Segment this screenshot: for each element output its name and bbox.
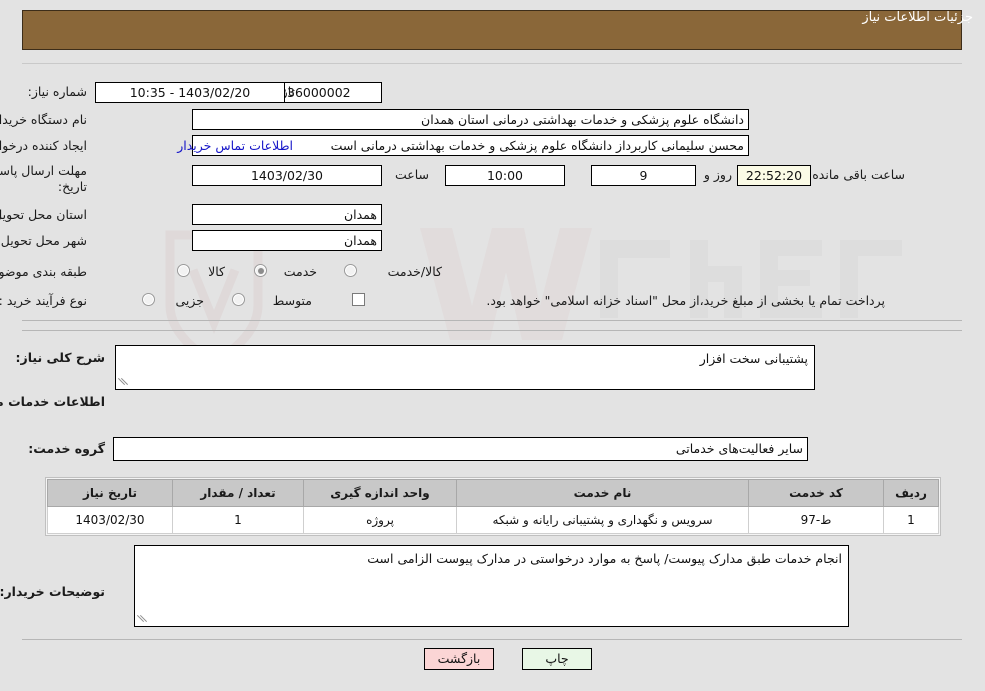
radio-category-kala[interactable]: [177, 264, 190, 277]
request-creator-label: ایجاد کننده درخواست:: [0, 138, 87, 153]
cell-need-date: 1403/02/30: [47, 506, 173, 534]
cell-unit: پروژه: [303, 506, 457, 534]
page-title: جزئیات اطلاعات نیاز: [862, 10, 973, 25]
radio-process-jozei-label: جزیی: [175, 293, 204, 308]
general-desc-label: شرح کلی نیاز:: [15, 350, 105, 365]
cell-row: 1: [883, 506, 939, 534]
deadline-time-label: ساعت: [394, 167, 429, 182]
treasury-bond-text: پرداخت تمام یا بخشی از مبلغ خرید،از محل …: [486, 293, 885, 308]
buyer-notes-label: توضیحات خریدار:: [0, 584, 105, 599]
delivery-city-field[interactable]: همدان: [192, 230, 382, 251]
cell-name: سرویس و نگهداری و پشتیبانی رایانه و شبکه: [456, 506, 749, 534]
buyer-contact-link[interactable]: اطلاعات تماس خریدار: [177, 137, 293, 155]
delivery-province-label: استان محل تحویل:: [0, 207, 87, 222]
buyer-notes-value: انجام خدمات طبق مدارک پیوست/ پاسخ به موا…: [367, 551, 842, 566]
announce-datetime-field[interactable]: 1403/02/20 - 10:35: [95, 82, 285, 103]
cell-qty: 1: [172, 506, 304, 534]
services-table: ردیف کد خدمت نام خدمت واحد اندازه گیری ت…: [47, 479, 939, 534]
radio-category-kala-khedmat[interactable]: [344, 264, 357, 277]
resize-grip-icon[interactable]: [118, 376, 130, 388]
deadline-label-line1: مهلت ارسال پاسخ: تا: [0, 163, 87, 178]
treasury-bond-checkbox[interactable]: [352, 293, 365, 306]
deadline-label-line2: تاریخ:: [57, 179, 87, 194]
radio-category-khedmat-label: خدمت: [283, 264, 317, 279]
page-header: [22, 10, 962, 50]
service-group-field[interactable]: سایر فعالیت‌های خدماتی: [113, 437, 808, 461]
col-need-date: تاریخ نیاز: [47, 479, 173, 507]
delivery-province-field[interactable]: همدان: [192, 204, 382, 225]
deadline-date-field[interactable]: 1403/02/30: [192, 165, 382, 186]
cell-code: ط-97: [748, 506, 884, 534]
deadline-label: مهلت ارسال پاسخ: تا تاریخ:: [0, 163, 87, 195]
radio-category-kala-label: کالا: [208, 264, 225, 279]
col-row: ردیف: [883, 479, 939, 507]
radio-category-khedmat[interactable]: [254, 264, 267, 277]
col-name: نام خدمت: [456, 479, 749, 507]
deadline-remaining-label: ساعت باقی مانده: [812, 167, 905, 182]
subject-category-label: طبقه بندی موضوعی:: [0, 264, 87, 279]
table-row[interactable]: 1 ط-97 سرویس و نگهداری و پشتیبانی رایانه…: [47, 506, 939, 534]
back-button[interactable]: بازگشت: [424, 648, 494, 670]
radio-process-jozei[interactable]: [142, 293, 155, 306]
services-heading: اطلاعات خدمات مورد نیاز: [0, 394, 105, 409]
deadline-days-label: روز و: [703, 167, 732, 182]
radio-process-motevaset[interactable]: [232, 293, 245, 306]
buyer-org-field[interactable]: دانشگاه علوم پزشکی و خدمات بهداشتی درمان…: [192, 109, 749, 130]
purchase-process-label: نوع فرآیند خرید :: [0, 293, 87, 308]
delivery-city-label: شهر محل تحویل:: [0, 233, 87, 248]
col-unit: واحد اندازه گیری: [303, 479, 457, 507]
need-number-label: شماره نیاز:: [27, 84, 87, 99]
table-header-row: ردیف کد خدمت نام خدمت واحد اندازه گیری ت…: [47, 479, 939, 507]
col-code: کد خدمت: [748, 479, 884, 507]
buyer-notes-textarea[interactable]: انجام خدمات طبق مدارک پیوست/ پاسخ به موا…: [134, 545, 849, 627]
deadline-time-field[interactable]: 10:00: [445, 165, 565, 186]
col-qty: تعداد / مقدار: [172, 479, 304, 507]
general-desc-textarea[interactable]: پشتیبانی سخت افزار: [115, 345, 815, 390]
service-group-label: گروه خدمت:: [28, 441, 105, 456]
need-details-page: جزئیات اطلاعات نیاز شماره نیاز: 11030002…: [0, 0, 985, 691]
deadline-countdown-field: 22:52:20: [737, 165, 811, 186]
general-desc-value: پشتیبانی سخت افزار: [699, 351, 808, 366]
deadline-days-field[interactable]: 9: [591, 165, 696, 186]
services-table-wrapper: ردیف کد خدمت نام خدمت واحد اندازه گیری ت…: [45, 477, 941, 536]
resize-grip-icon-notes[interactable]: [137, 613, 149, 625]
print-button[interactable]: چاپ: [522, 648, 592, 670]
radio-category-kala-khedmat-label: کالا/خدمت: [387, 264, 442, 279]
radio-process-motevaset-label: متوسط: [272, 293, 312, 308]
buyer-org-label: نام دستگاه خریدار:: [0, 112, 87, 127]
